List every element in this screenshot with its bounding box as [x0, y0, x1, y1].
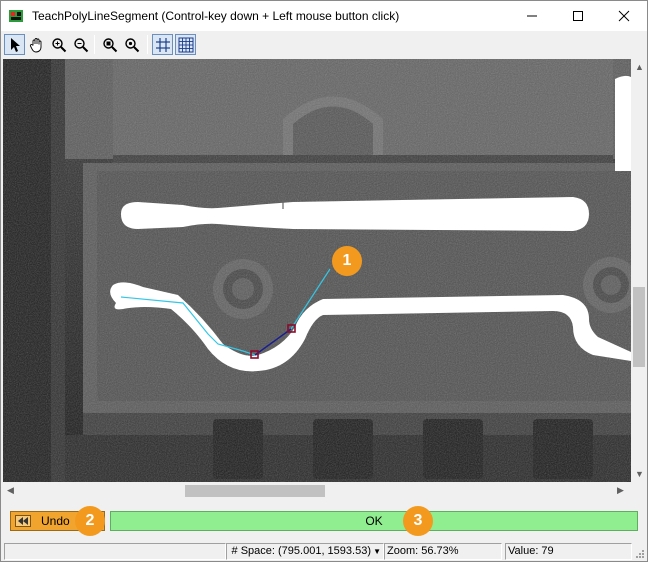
window-title: TeachPolyLineSegment (Control-key down +… [32, 9, 400, 23]
status-space: # Space: (795.001, 1593.53) ▼ [226, 543, 384, 560]
grid-button[interactable] [152, 34, 173, 55]
scroll-left-icon[interactable]: ◀ [7, 485, 14, 496]
status-value: Value: 79 [505, 543, 632, 560]
fine-grid-button[interactable] [175, 34, 196, 55]
toolbar-separator [147, 35, 148, 54]
zoom-region-icon [102, 37, 117, 52]
scroll-up-icon[interactable]: ▲ [635, 62, 644, 72]
hand-icon [29, 37, 41, 52]
zoom-out-button[interactable] [70, 34, 91, 55]
vertical-scroll-thumb[interactable] [633, 287, 645, 367]
horizontal-scroll-thumb[interactable] [185, 485, 325, 497]
title-bar[interactable]: TeachPolyLineSegment (Control-key down +… [1, 1, 647, 31]
pointer-tool-button[interactable] [4, 34, 25, 55]
pointer-arrow-icon [10, 37, 20, 52]
teach-polyline-window: TeachPolyLineSegment (Control-key down +… [0, 0, 648, 562]
scroll-right-icon[interactable]: ▶ [617, 485, 624, 496]
space-coordinates: # Space: (795.001, 1593.53) [231, 545, 371, 557]
status-zoom: Zoom: 56.73% [384, 543, 502, 560]
maximize-icon [573, 11, 583, 21]
ok-label: OK [365, 514, 383, 528]
callout-badge-3: 3 [403, 506, 433, 536]
zoom-fit-button[interactable] [121, 34, 142, 55]
close-button[interactable] [601, 1, 647, 31]
status-pane-empty [4, 543, 226, 560]
maximize-button[interactable] [555, 1, 601, 31]
zoom-region-button[interactable] [99, 34, 120, 55]
app-icon [9, 10, 23, 22]
undo-label: Undo [41, 514, 70, 528]
close-icon [618, 10, 630, 22]
minimize-icon [527, 15, 537, 17]
status-bar: # Space: (795.001, 1593.53) ▼ Zoom: 56.7… [1, 542, 647, 561]
scrollbar-corner [631, 482, 647, 499]
inspection-image[interactable] [3, 59, 631, 482]
toolbar [1, 31, 647, 59]
zoom-out-icon [73, 37, 88, 52]
pan-tool-button[interactable] [26, 34, 47, 55]
callout-badge-2: 2 [75, 506, 105, 536]
rewind-icon [15, 515, 31, 527]
zoom-in-icon [51, 37, 66, 52]
zoom-in-button[interactable] [48, 34, 69, 55]
image-viewport[interactable] [3, 59, 631, 482]
minimize-button[interactable] [509, 1, 555, 31]
grid-icon [155, 37, 170, 52]
vertical-scrollbar[interactable]: ▲ ▼ [631, 59, 647, 482]
resize-grip-icon[interactable] [633, 547, 645, 559]
zoom-fit-icon [124, 37, 139, 52]
ok-button[interactable]: OK [110, 511, 638, 531]
toolbar-separator [94, 35, 95, 54]
dropdown-arrow-icon[interactable]: ▼ [373, 544, 381, 559]
scroll-down-icon[interactable]: ▼ [635, 469, 644, 479]
horizontal-scrollbar[interactable]: ◀ ▶ [3, 482, 631, 499]
callout-badge-1: 1 [332, 246, 362, 276]
fine-grid-icon [178, 37, 193, 52]
